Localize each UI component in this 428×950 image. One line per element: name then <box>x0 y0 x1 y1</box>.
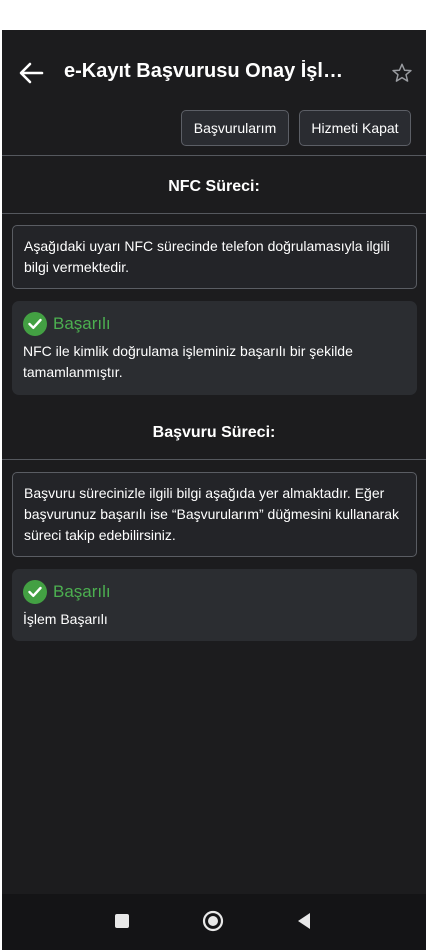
check-circle-icon <box>23 580 47 604</box>
nfc-section-title: NFC Süreci: <box>168 178 260 195</box>
check-circle-icon <box>23 312 47 336</box>
arrow-left-icon <box>19 62 44 84</box>
status-badge: Başarılı <box>53 314 111 333</box>
square-icon <box>115 914 129 928</box>
back-nav-button[interactable] <box>291 908 317 934</box>
favorite-button[interactable] <box>389 60 415 86</box>
app-screen: e-Kayıt Başvurusu Onay İşl… Başvurularım… <box>2 30 426 950</box>
back-button[interactable] <box>16 58 46 88</box>
system-nav-bar <box>2 894 426 950</box>
divider <box>2 459 426 460</box>
triangle-back-icon <box>298 913 310 929</box>
application-info-box: Başvuru sürecinizle ilgili bilgi aşağıda… <box>12 472 417 557</box>
divider <box>2 213 426 214</box>
nfc-status-card: Başarılı NFC ile kimlik doğrulama işlemi… <box>12 301 417 395</box>
nfc-info-box: Aşağıdaki uyarı NFC sürecinde telefon do… <box>12 225 417 289</box>
home-button[interactable] <box>200 908 226 934</box>
home-circle-icon <box>202 910 224 932</box>
application-status-card: Başarılı İşlem Başarılı <box>12 569 417 641</box>
status-message: NFC ile kimlik doğrulama işleminiz başar… <box>23 343 353 380</box>
status-message: İşlem Başarılı <box>23 611 108 627</box>
status-badge: Başarılı <box>53 582 111 601</box>
star-outline-icon <box>392 63 412 82</box>
recents-button[interactable] <box>109 908 135 934</box>
divider <box>2 155 426 156</box>
close-service-button[interactable]: Hizmeti Kapat <box>299 110 411 146</box>
page-title: e-Kayıt Başvurusu Onay İşl… <box>64 60 343 82</box>
app-bar: e-Kayıt Başvurusu Onay İşl… <box>2 30 426 114</box>
applications-button[interactable]: Başvurularım <box>181 110 289 146</box>
application-section-title: Başvuru Süreci: <box>152 424 276 441</box>
action-toolbar: Başvurularım Hizmeti Kapat <box>2 110 426 150</box>
